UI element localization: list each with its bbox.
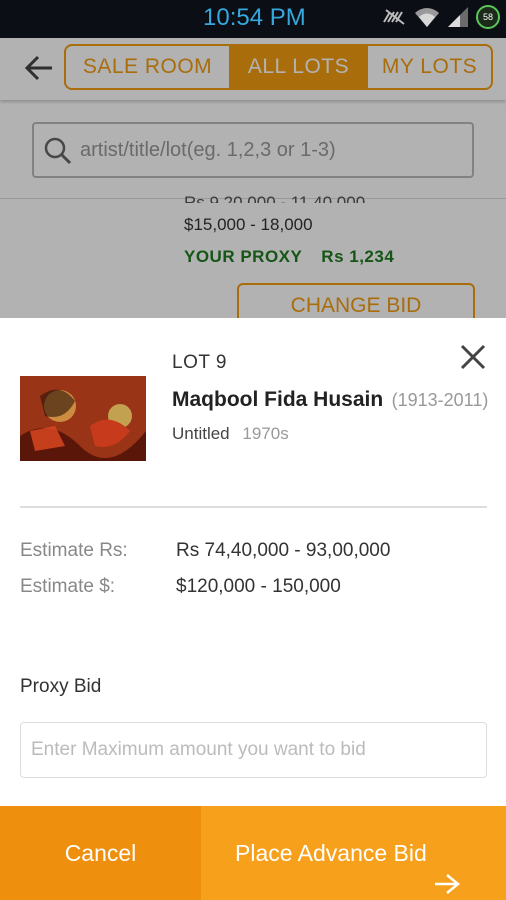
lot-number: LOT 9 [172,352,227,373]
artist-line: Maqbool Fida Husain (1913-2011) [172,388,488,412]
status-time: 10:54 PM [203,4,306,31]
estimate-rs-value: Rs 74,40,000 - 93,00,000 [176,540,391,561]
artwork-date: 1970s [242,424,289,443]
artist-name: Maqbool Fida Husain [172,388,384,411]
artwork-title-line: Untitled 1970s [172,424,289,444]
signal-blocked-icon [382,6,408,28]
action-bar: Cancel Place Advance Bid [0,806,506,900]
dim-overlay[interactable] [0,38,506,318]
place-advance-bid-label: Place Advance Bid [235,840,427,866]
estimate-rs-row: Estimate Rs: Rs 74,40,000 - 93,00,000 [20,540,390,562]
status-icons: 58 [382,5,500,29]
divider [20,506,487,508]
place-advance-bid-button[interactable]: Place Advance Bid [201,806,506,900]
artwork-thumbnail [20,376,146,461]
artist-years: (1913-2011) [391,390,489,410]
cancel-button[interactable]: Cancel [0,806,201,900]
proxy-bid-input[interactable] [20,722,487,778]
proxy-bid-label: Proxy Bid [20,676,102,697]
arrow-right-icon [433,841,461,894]
battery-icon: 58 [476,5,500,29]
status-bar: 10:54 PM 58 [0,0,506,38]
estimate-rs-label: Estimate Rs: [20,540,128,561]
advance-bid-sheet: LOT 9 Maqbool Fida Husain (1913-2011) Un… [0,318,506,900]
wifi-icon [414,5,440,29]
estimate-usd-label: Estimate $: [20,576,116,597]
close-icon[interactable] [458,342,488,372]
estimate-usd-value: $120,000 - 150,000 [176,576,341,597]
estimate-usd-row: Estimate $: $120,000 - 150,000 [20,576,341,598]
artwork-title: Untitled [172,424,230,443]
cell-signal-icon [446,5,470,29]
